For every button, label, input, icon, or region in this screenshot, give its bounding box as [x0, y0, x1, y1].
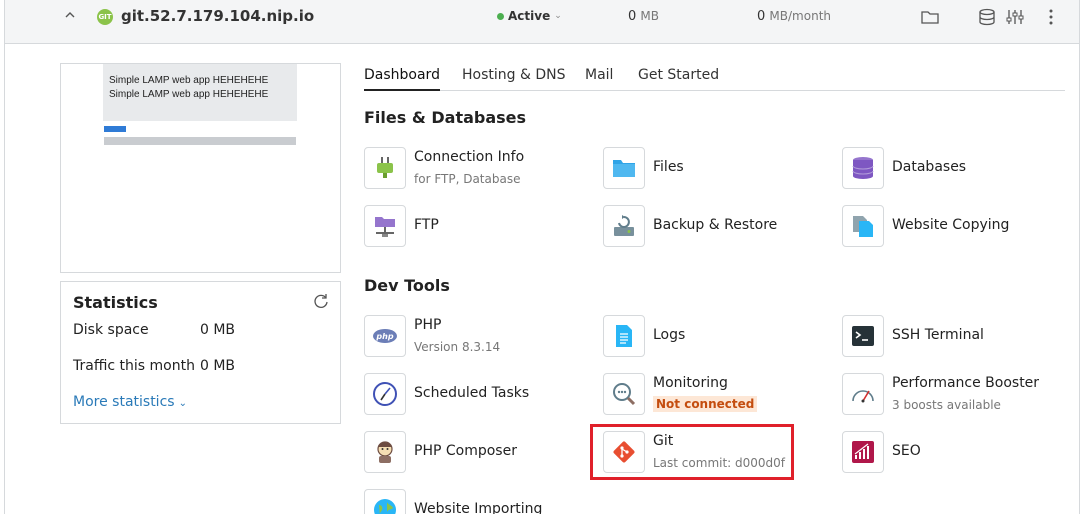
settings-sliders-icon[interactable] — [1005, 7, 1025, 27]
tool-name: Performance Booster — [892, 375, 1040, 391]
tab-get-started[interactable]: Get Started — [638, 67, 719, 91]
traffic-stat-value: 0 MB — [200, 358, 236, 374]
tool-name: Scheduled Tasks — [414, 385, 530, 401]
statistics-card: Statistics Disk space 0 MB Traffic this … — [60, 281, 341, 424]
ftp-icon — [364, 205, 406, 247]
site-badge: GIT — [97, 9, 113, 25]
preview-heading-1: Simple LAMP web app HEHEHEHE — [109, 75, 269, 86]
tab-dashboard[interactable]: Dashboard — [364, 67, 440, 91]
statistics-title: Statistics — [73, 293, 158, 312]
tool-subtitle: Version 8.3.14 — [414, 340, 501, 354]
tab-bar: Dashboard Hosting & DNS Mail Get Started — [364, 67, 1065, 91]
folder-icon — [603, 147, 645, 189]
preview-hero: Simple LAMP web app HEHEHEHE Simple LAMP… — [103, 64, 297, 121]
site-preview[interactable]: Simple LAMP web app HEHEHEHE Simple LAMP… — [60, 63, 341, 273]
terminal-icon — [842, 315, 884, 357]
disk-usage-number: 0 — [628, 9, 637, 24]
tool-name: Monitoring — [653, 375, 728, 391]
chevron-up-icon[interactable] — [63, 8, 77, 22]
section-dev-tools: Dev Tools — [364, 276, 450, 295]
tool-name: SSH Terminal — [892, 327, 984, 343]
traffic-label: Traffic this month — [73, 358, 195, 374]
php-icon: php — [364, 315, 406, 357]
preview-table-header — [104, 137, 296, 145]
status-dot — [497, 12, 504, 20]
tool-subtitle: for FTP, Database — [414, 172, 521, 186]
git-highlight-box — [590, 424, 794, 480]
preview-heading-2: Simple LAMP web app HEHEHEHE — [109, 89, 269, 100]
tool-name: PHP Composer — [414, 443, 517, 459]
more-statistics-link[interactable]: More statistics ⌄ — [73, 394, 187, 410]
plug-icon — [364, 147, 406, 189]
disk-space-value: 0 MB — [200, 322, 236, 338]
status-label: Active — [508, 9, 551, 23]
tool-name: Website Copying — [892, 217, 1010, 233]
traffic-unit: MB/month — [769, 9, 831, 23]
clock-icon — [364, 373, 406, 415]
preview-button — [104, 126, 126, 132]
tool-name: Connection Info — [414, 149, 525, 165]
tool-name: SEO — [892, 443, 921, 459]
copy-icon — [842, 205, 884, 247]
traffic-value: 0 MB/month — [757, 9, 831, 24]
backup-icon — [603, 205, 645, 247]
section-files-databases: Files & Databases — [364, 108, 527, 127]
database-icon[interactable] — [977, 7, 997, 27]
status-dropdown[interactable]: Active ⌄ — [497, 9, 562, 23]
database-icon — [842, 147, 884, 189]
tool-name: Databases — [892, 159, 967, 175]
tool-name: Backup & Restore — [653, 217, 778, 233]
composer-icon — [364, 431, 406, 473]
chevron-down-icon: ⌄ — [554, 11, 562, 21]
traffic-number: 0 — [757, 9, 766, 24]
gauge-icon — [842, 373, 884, 415]
globe-icon — [364, 489, 406, 514]
tool-name: Website Importing — [414, 501, 543, 514]
tool-name: Logs — [653, 327, 686, 343]
disk-space-label: Disk space — [73, 322, 149, 338]
disk-usage-value: 0 MB — [628, 9, 659, 24]
folder-icon[interactable] — [920, 7, 940, 27]
more-options-icon[interactable] — [1041, 7, 1061, 27]
tab-hosting-dns[interactable]: Hosting & DNS — [462, 67, 565, 91]
disk-usage-unit: MB — [640, 9, 660, 23]
not-connected-badge: Not connected — [653, 396, 758, 412]
monitoring-icon — [603, 373, 645, 415]
tab-mail[interactable]: Mail — [585, 67, 613, 91]
tool-name: PHP — [414, 317, 442, 333]
seo-icon — [842, 431, 884, 473]
more-statistics-label: More statistics — [73, 394, 175, 410]
refresh-icon[interactable] — [312, 292, 330, 310]
svg-text:php: php — [375, 332, 393, 341]
chevron-down-icon: ⌄ — [178, 398, 187, 409]
domain-name-link[interactable]: git.52.7.179.104.nip.io — [121, 7, 314, 25]
tool-name: FTP — [414, 217, 439, 233]
tool-subtitle: 3 boosts available — [892, 398, 1001, 412]
tool-name: Files — [653, 159, 684, 175]
logs-icon — [603, 315, 645, 357]
